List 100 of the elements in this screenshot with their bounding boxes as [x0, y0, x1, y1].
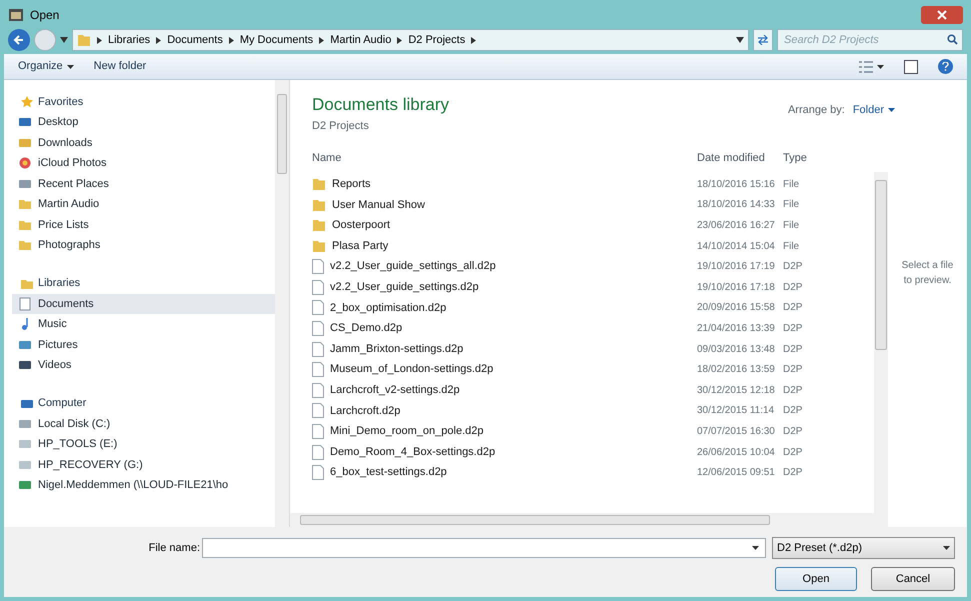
view-options-button[interactable]	[859, 60, 884, 72]
cancel-button[interactable]: Cancel	[871, 567, 955, 591]
date-cell-text: 30/12/2015 11:14	[697, 404, 776, 418]
nav-item[interactable]: Music	[12, 314, 275, 334]
flower-icon	[18, 156, 32, 170]
file-name-field[interactable]	[202, 538, 766, 558]
preview-pane-button[interactable]	[904, 60, 918, 74]
file-name[interactable]: Larchcroft_v2-settings.d2p	[330, 382, 460, 398]
breadcrumb[interactable]: My Documents	[240, 32, 314, 48]
file-icon	[312, 362, 324, 378]
list-view-icon	[859, 60, 873, 72]
folder-icon	[77, 33, 91, 47]
caret-icon	[888, 108, 895, 112]
nav-item[interactable]: Recent Places	[12, 174, 275, 194]
date-cell-text: 26/06/2015 10:04	[697, 446, 776, 460]
nav-item[interactable]: HP_TOOLS (E:)	[12, 434, 275, 454]
document-icon	[18, 296, 32, 311]
folder-icon	[312, 239, 326, 254]
nav-item[interactable]: Local Disk (C:)	[12, 414, 275, 434]
nav-item[interactable]: Photographs	[12, 235, 275, 256]
breadcrumb[interactable]: Libraries	[108, 32, 150, 48]
column-header[interactable]: Date modified	[697, 150, 783, 166]
help-button[interactable]	[938, 59, 953, 74]
back-button[interactable]	[8, 29, 30, 51]
new-folder-button[interactable]: New folder	[94, 58, 146, 75]
date-cell-text: 21/04/2016 13:39	[697, 322, 776, 336]
file-icon	[312, 280, 324, 295]
type-cell-text: D2P	[783, 384, 802, 398]
file-type-dropdown[interactable]: D2 Preset (*.d2p)	[772, 537, 955, 559]
file-name[interactable]: Demo_Room_4_Box-settings.d2p	[330, 444, 496, 460]
horizontal-scrollbar[interactable]	[290, 513, 888, 527]
caret-icon	[60, 37, 68, 43]
close-button[interactable]	[921, 6, 963, 24]
type-cell-text: D2P	[783, 260, 802, 274]
type-cell-text: File	[783, 240, 800, 254]
file-name[interactable]: Plasa Party	[332, 238, 388, 254]
file-name[interactable]: Jamm_Brixton-settings.d2p	[330, 340, 464, 358]
file-name[interactable]: Larchcroft.d2p	[330, 402, 400, 420]
date-cell-text: 07/07/2015 16:30	[697, 424, 776, 439]
nav-item[interactable]: Documents	[12, 294, 275, 314]
nav-item[interactable]: Desktop	[12, 112, 275, 132]
file-name[interactable]: 2_box_optimisation.d2p	[330, 300, 446, 316]
chevron-icon	[471, 36, 476, 44]
search-icon	[947, 34, 958, 45]
file-icon	[312, 382, 324, 398]
window-title: Open	[30, 7, 60, 24]
date-cell-text: 14/10/2014 15:04	[697, 240, 776, 254]
refresh-button[interactable]	[753, 29, 773, 51]
breadcrumb[interactable]: Documents	[167, 32, 223, 48]
file-name[interactable]: v2.2_User_guide_settings_all.d2p	[330, 258, 496, 275]
date-cell-text: 18/02/2016 13:59	[697, 363, 776, 378]
date-cell-text: 09/03/2016 13:48	[697, 342, 776, 357]
file-name[interactable]: User Manual Show	[332, 196, 425, 214]
library-title: Documents library	[312, 94, 449, 116]
breadcrumb[interactable]: D2 Projects	[408, 32, 466, 48]
nav-group-label[interactable]: Computer	[38, 395, 86, 412]
nav-item[interactable]: Videos	[12, 355, 275, 376]
help-icon	[942, 62, 949, 71]
nav-item[interactable]: Martin Audio	[12, 194, 275, 214]
scrollbar[interactable]	[874, 172, 888, 513]
nav-group-label[interactable]: Favorites	[38, 94, 84, 110]
file-name[interactable]: Mini_Demo_room_on_pole.d2p	[330, 423, 484, 440]
nav-item[interactable]: Price Lists	[12, 214, 275, 235]
folder-icon	[312, 198, 326, 212]
nav-item[interactable]: Downloads	[12, 132, 275, 153]
file-name[interactable]: v2.2_User_guide_settings.d2p	[330, 279, 479, 296]
type-cell-text: D2P	[783, 404, 802, 418]
open-button[interactable]: Open	[775, 567, 857, 591]
organize-button[interactable]: Organize	[18, 58, 74, 75]
nav-item[interactable]: Nigel.Meddemmen (\\LOUD-FILE21\ho	[12, 475, 275, 496]
star-icon	[20, 95, 34, 109]
type-cell-text: D2P	[783, 424, 802, 439]
type-cell-text: D2P	[783, 363, 802, 378]
type-cell-text: File	[783, 198, 800, 212]
file-name[interactable]: CS_Demo.d2p	[330, 320, 402, 337]
date-cell-text: 19/10/2016 17:18	[697, 280, 776, 295]
close-icon	[937, 10, 947, 20]
file-name[interactable]: Reports	[332, 176, 371, 193]
column-header[interactable]: Name	[312, 150, 697, 166]
nav-item[interactable]: Pictures	[12, 334, 275, 355]
chevron-icon	[156, 36, 162, 44]
nav-item[interactable]: HP_RECOVERY (G:)	[12, 454, 275, 475]
search-field[interactable]: Search D2 Projects	[777, 29, 963, 51]
column-header[interactable]: Type	[783, 150, 813, 166]
file-name[interactable]: Oosterpoort	[332, 217, 390, 234]
breadcrumb[interactable]: Martin Audio	[330, 32, 392, 48]
file-name[interactable]: 6_box_test-settings.d2p	[330, 464, 447, 481]
type-cell-text: D2P	[783, 342, 802, 357]
date-cell-text: 19/10/2016 17:19	[697, 260, 776, 274]
type-cell-text: File	[783, 178, 800, 192]
file-name[interactable]: Museum_of_London-settings.d2p	[330, 361, 494, 378]
nav-group-label[interactable]: Libraries	[38, 275, 80, 292]
address-bar[interactable]: Libraries Documents My Documents Martin Audio D2 Projects	[72, 29, 749, 51]
chevron-icon	[397, 36, 402, 44]
arrange-dropdown[interactable]: Folder	[852, 102, 895, 118]
file-icon	[312, 342, 324, 357]
scrollbar[interactable]	[275, 80, 289, 527]
nav-item[interactable]: iCloud Photos	[12, 153, 275, 174]
date-cell-text: 23/06/2016 16:27	[697, 218, 776, 233]
caret-icon	[66, 64, 74, 68]
